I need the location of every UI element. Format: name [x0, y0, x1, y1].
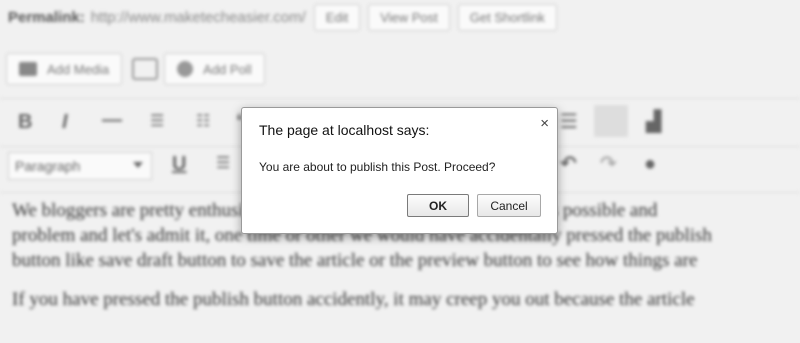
gallery-icon[interactable] — [132, 58, 159, 80]
confirm-dialog: The page at localhost says: × You are ab… — [241, 107, 558, 234]
edit-permalink-button[interactable]: Edit — [313, 3, 361, 31]
add-media-button[interactable]: Add Media — [6, 53, 123, 85]
align-icon[interactable]: ☰ — [560, 109, 578, 134]
add-media-label: Add Media — [47, 61, 110, 77]
help-icon[interactable]: ● — [644, 153, 656, 176]
poll-icon — [177, 61, 194, 77]
dialog-title: The page at localhost says: — [259, 122, 430, 138]
close-icon[interactable]: × — [540, 115, 549, 132]
fullwidth-icon[interactable] — [594, 105, 628, 137]
stats-icon[interactable]: ▟ — [646, 109, 661, 134]
permalink-row: Permalink: http://www.maketecheasier.com… — [0, 2, 557, 32]
ok-button[interactable]: OK — [407, 194, 469, 217]
media-row: Add Media Add Poll — [0, 53, 265, 85]
permalink-label: Permalink: — [8, 8, 85, 26]
add-poll-button[interactable]: Add Poll — [164, 53, 265, 85]
cancel-button[interactable]: Cancel — [477, 194, 541, 217]
add-poll-label: Add Poll — [203, 61, 252, 77]
italic-icon[interactable]: I — [62, 111, 68, 134]
permalink-url[interactable]: http://www.maketecheasier.com/ — [91, 9, 306, 26]
dialog-message: You are about to publish this Post. Proc… — [259, 160, 496, 174]
get-shortlink-button[interactable]: Get Shortlink — [457, 3, 557, 31]
justify-icon[interactable]: ☰ — [216, 153, 230, 173]
view-post-button[interactable]: View Post — [368, 3, 450, 31]
format-select[interactable]: Paragraph — [8, 152, 152, 180]
bullet-list-icon[interactable]: ☰ — [150, 111, 164, 131]
bold-icon[interactable]: B — [18, 111, 32, 134]
content-line: If you have pressed the publish button a… — [12, 289, 695, 310]
underline-icon[interactable]: U — [172, 153, 186, 176]
media-icon — [19, 62, 37, 76]
strikethrough-icon[interactable]: — — [102, 109, 122, 132]
chevron-down-icon — [133, 162, 143, 168]
undo-icon[interactable]: ↶ — [560, 151, 577, 176]
format-select-value: Paragraph — [15, 158, 81, 174]
content-line: button like save draft button to save th… — [12, 250, 698, 271]
numbered-list-icon[interactable]: ☷ — [196, 111, 210, 131]
redo-icon[interactable]: ↷ — [600, 151, 617, 176]
